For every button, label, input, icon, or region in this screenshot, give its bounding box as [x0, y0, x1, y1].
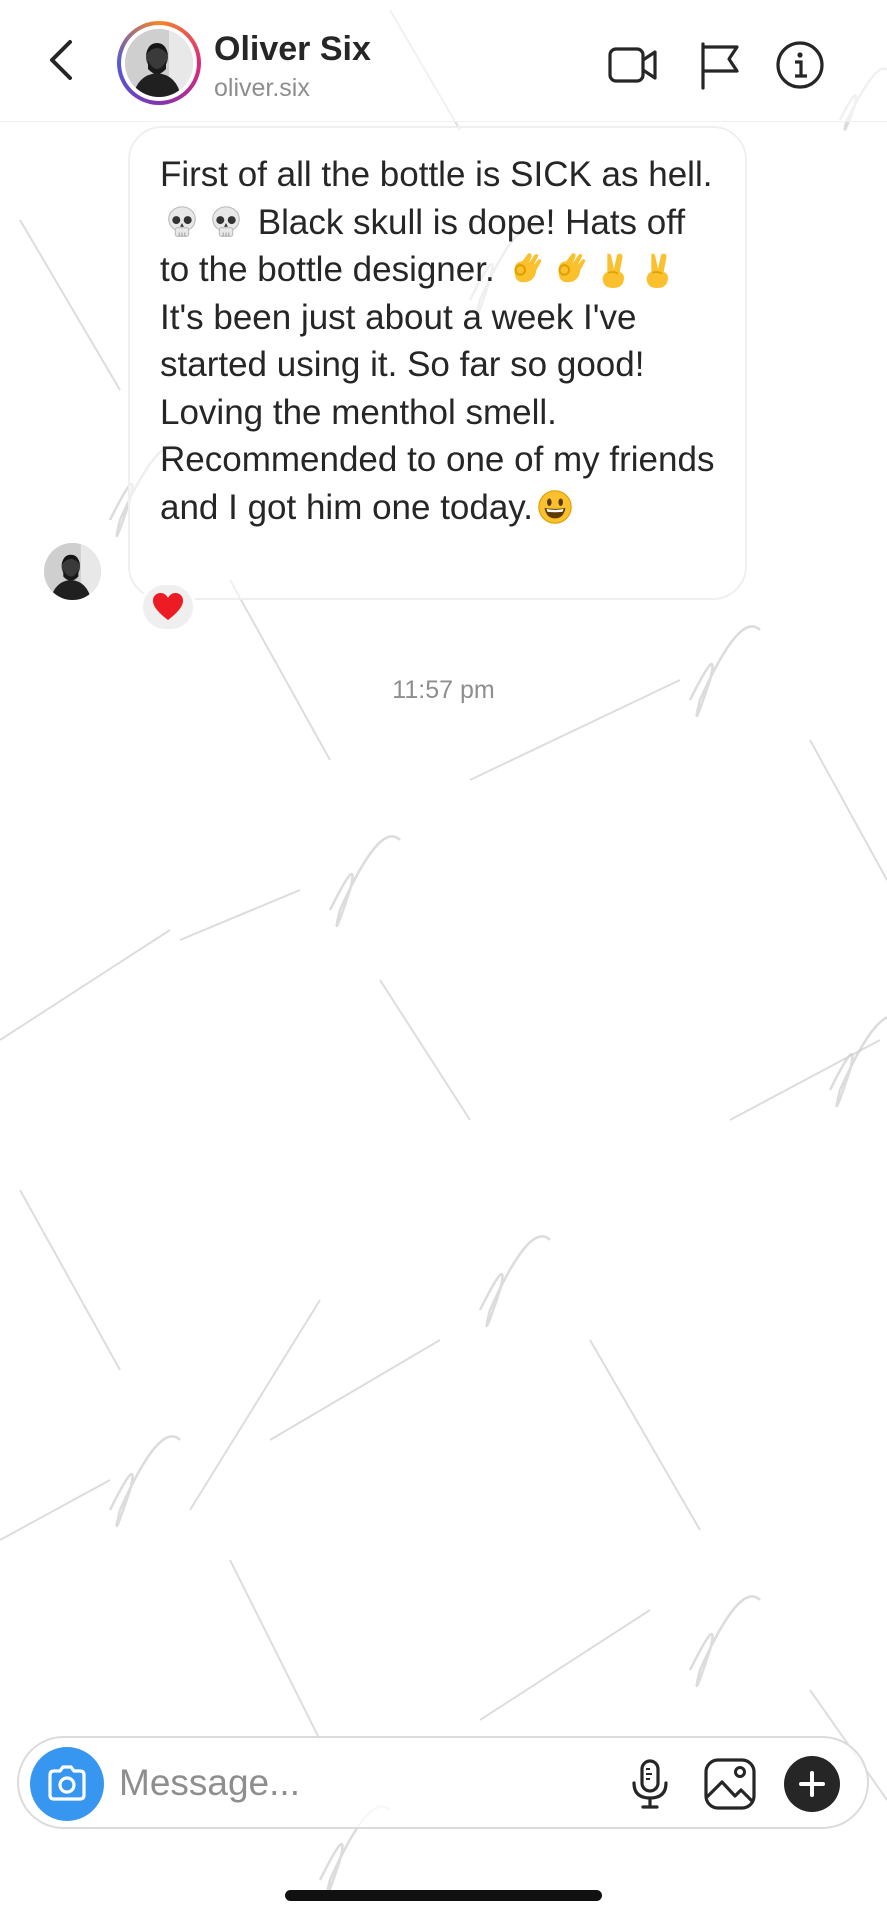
gallery-icon [704, 1758, 756, 1810]
chevron-left-icon [50, 40, 72, 80]
conversation-info-button[interactable] [773, 38, 827, 92]
victory-hand-emoji-icon [603, 253, 625, 288]
contact-username[interactable]: oliver.six [214, 74, 310, 103]
camera-icon [48, 1765, 86, 1801]
message-timestamp: 11:57 pm [392, 676, 495, 704]
header-avatar[interactable] [117, 21, 201, 105]
ok-hand-emoji-icon [558, 253, 586, 283]
flag-icon [701, 42, 739, 90]
profile-photo-icon [44, 543, 101, 600]
message-text: First of all the bottle is SICK as hell.… [160, 155, 725, 527]
contact-name[interactable]: Oliver Six [214, 30, 371, 69]
more-options-button[interactable] [784, 1756, 840, 1812]
microphone-icon [632, 1759, 668, 1809]
info-icon [776, 41, 824, 89]
profile-photo-icon [125, 29, 193, 97]
sender-avatar[interactable] [44, 543, 101, 600]
ok-hand-emoji-icon [514, 253, 542, 283]
video-call-button[interactable] [606, 38, 660, 92]
gallery-button[interactable] [701, 1755, 759, 1813]
camera-button[interactable] [30, 1747, 104, 1821]
chat-header: Oliver Six oliver.six [0, 0, 887, 122]
heart-icon [153, 593, 183, 620]
home-indicator[interactable] [285, 1890, 602, 1901]
victory-hand-emoji-icon [647, 253, 669, 288]
message-composer [17, 1736, 869, 1829]
back-button[interactable] [38, 30, 88, 90]
video-camera-icon [608, 47, 657, 83]
grinning-face-emoji-icon [538, 489, 572, 524]
message-bubble[interactable]: First of all the bottle is SICK as hell.… [128, 126, 747, 600]
report-button[interactable] [693, 38, 747, 92]
voice-message-button[interactable] [621, 1755, 679, 1813]
plus-icon [799, 1771, 825, 1797]
heart-reaction[interactable] [140, 582, 196, 632]
message-input[interactable] [119, 1754, 589, 1812]
skull-emoji-icon [168, 205, 196, 237]
skull-emoji-icon [212, 205, 240, 237]
